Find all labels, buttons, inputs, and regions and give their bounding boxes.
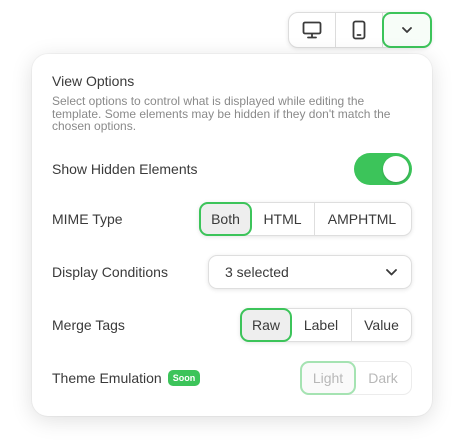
show-hidden-toggle[interactable] bbox=[354, 153, 412, 185]
device-toolbar bbox=[288, 12, 432, 48]
chevron-down-icon bbox=[402, 27, 412, 33]
merge-tags-row: Merge Tags Raw Label Value bbox=[52, 308, 412, 342]
toggle-knob bbox=[383, 156, 409, 182]
merge-option-label[interactable]: Label bbox=[291, 309, 352, 341]
desktop-icon bbox=[302, 21, 322, 39]
mime-type-row: MIME Type Both HTML AMPHTML bbox=[52, 202, 412, 236]
panel-description: Select options to control what is displa… bbox=[52, 94, 391, 133]
merge-option-value[interactable]: Value bbox=[352, 309, 411, 341]
view-options-panel: View Options Select options to control w… bbox=[32, 54, 432, 416]
merge-tags-label: Merge Tags bbox=[52, 317, 125, 333]
theme-option-dark[interactable]: Dark bbox=[355, 362, 411, 394]
display-conditions-row: Display Conditions 3 selected bbox=[52, 255, 412, 289]
display-conditions-value: 3 selected bbox=[225, 264, 289, 280]
theme-emulation-row: Theme Emulation Soon Light Dark bbox=[52, 361, 412, 395]
show-hidden-row: Show Hidden Elements bbox=[52, 152, 412, 186]
mime-type-segmented: Both HTML AMPHTML bbox=[199, 202, 412, 236]
mime-option-html[interactable]: HTML bbox=[251, 203, 315, 235]
mime-option-amphtml[interactable]: AMPHTML bbox=[315, 203, 409, 235]
panel-title: View Options bbox=[52, 73, 135, 89]
theme-emulation-label: Theme Emulation bbox=[52, 370, 162, 386]
desktop-view-button[interactable] bbox=[289, 13, 336, 47]
mime-option-both[interactable]: Both bbox=[199, 202, 252, 236]
show-hidden-label: Show Hidden Elements bbox=[52, 161, 198, 177]
view-options-toggle-button[interactable] bbox=[382, 12, 432, 48]
soon-badge: Soon bbox=[167, 370, 201, 386]
display-conditions-select[interactable]: 3 selected bbox=[208, 255, 412, 289]
merge-option-raw[interactable]: Raw bbox=[240, 308, 292, 342]
display-conditions-label: Display Conditions bbox=[52, 264, 168, 280]
view-options-screen: View Options Select options to control w… bbox=[0, 0, 452, 443]
chevron-down-icon bbox=[386, 268, 397, 275]
mime-type-label: MIME Type bbox=[52, 211, 123, 227]
theme-emulation-segmented: Light Dark bbox=[300, 361, 412, 395]
mobile-view-button[interactable] bbox=[336, 13, 383, 47]
theme-option-light[interactable]: Light bbox=[300, 361, 356, 395]
merge-tags-segmented: Raw Label Value bbox=[240, 308, 412, 342]
theme-emulation-label-group: Theme Emulation Soon bbox=[52, 370, 201, 386]
mobile-icon bbox=[352, 20, 366, 40]
